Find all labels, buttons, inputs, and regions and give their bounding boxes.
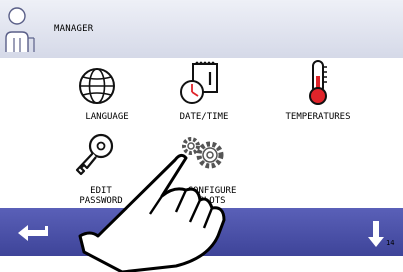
gears-icon <box>182 137 224 169</box>
back-arrow-icon[interactable] <box>14 222 52 244</box>
calendar-clock-icon <box>180 61 218 104</box>
manager-screen: MANAGER LANGUAGE DATE/TIME TEMPERATURES … <box>0 0 403 272</box>
menu-item-temperatures[interactable]: TEMPERATURES <box>258 58 378 128</box>
key-icon <box>75 133 114 176</box>
menu-item-datetime[interactable]: DATE/TIME <box>144 58 264 128</box>
user-icon <box>5 7 35 52</box>
menu-label-language: LANGUAGE <box>85 112 129 122</box>
menu-label-datetime: DATE/TIME <box>179 112 229 122</box>
header-bar: MANAGER <box>0 0 403 58</box>
page-number: 14 <box>386 239 395 247</box>
globe-icon <box>79 68 115 104</box>
footer-bar <box>0 208 403 256</box>
menu-area: LANGUAGE DATE/TIME TEMPERATURES EDIT PAS… <box>0 58 403 208</box>
menu-label-edit-password: EDIT PASSWORD <box>79 186 123 206</box>
page-title: MANAGER <box>54 24 94 34</box>
down-arrow-icon[interactable] <box>366 219 386 249</box>
menu-label-configure-slots: CONFIGURE SLOTS <box>187 186 237 206</box>
thermometer-icon <box>309 60 327 105</box>
menu-item-configure-slots[interactable]: CONFIGURE SLOTS <box>144 130 264 206</box>
menu-label-temperatures: TEMPERATURES <box>285 112 351 122</box>
